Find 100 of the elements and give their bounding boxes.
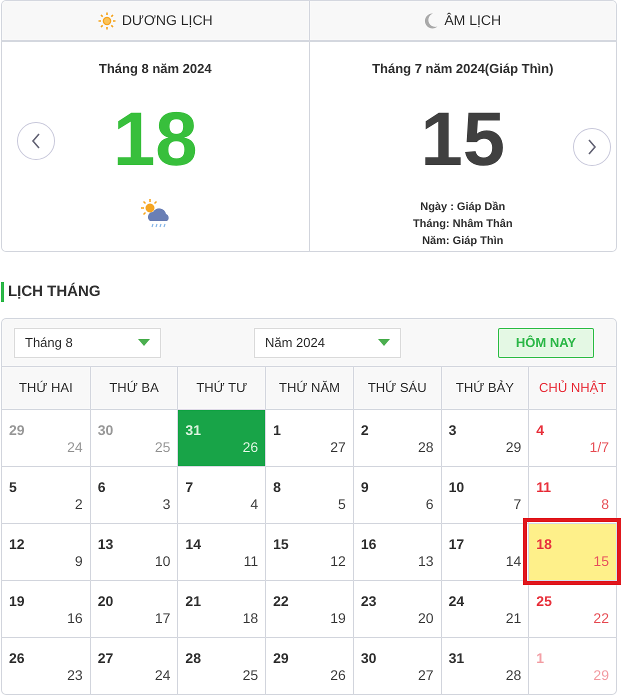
- solar-date: 23: [360, 592, 376, 611]
- lunar-date: 24: [67, 438, 83, 457]
- calendar-tab[interactable]: DƯƠNG LỊCH: [2, 1, 308, 40]
- day-cell[interactable]: 26 23: [2, 637, 90, 694]
- dropdown[interactable]: Năm 2024: [254, 328, 401, 358]
- lunar-date: 11: [244, 552, 258, 571]
- lunar-date: 1/7: [590, 438, 609, 457]
- day-cell[interactable]: 19 16: [2, 580, 90, 637]
- lunar-day-number: 15: [420, 102, 506, 178]
- lunar-date: 19: [330, 609, 346, 628]
- solar-date: 26: [9, 649, 25, 668]
- lunar-date: 7: [513, 495, 522, 514]
- solar-date: 4: [536, 421, 544, 440]
- solar-date: 2: [360, 421, 369, 440]
- lunar-month-heading: Tháng 7 năm 2024(Giáp Thìn): [372, 60, 554, 78]
- lunar-date: 20: [418, 609, 434, 628]
- day-cell[interactable]: 6 3: [90, 466, 178, 523]
- solar-date: 30: [360, 649, 376, 668]
- lunar-date: 14: [506, 552, 522, 571]
- solar-date: 17: [448, 535, 464, 554]
- day-cell[interactable]: 5 2: [2, 466, 90, 523]
- lunar-date: 28: [418, 438, 434, 457]
- lunar-date: 6: [426, 495, 434, 514]
- solar-date: 3: [448, 421, 456, 440]
- day-cell[interactable]: 22 19: [265, 580, 353, 637]
- day-cell[interactable]: 20 17: [90, 580, 178, 637]
- solar-date: 22: [273, 592, 289, 611]
- lunar-date: 22: [593, 609, 609, 628]
- lunar-date: 12: [330, 552, 346, 571]
- solar-date: 10: [448, 478, 464, 497]
- sun-icon: [98, 12, 116, 30]
- day-cell[interactable]: 2 28: [352, 409, 441, 466]
- lunar-date: 21: [506, 609, 522, 628]
- lunar-detail-text: Tháng: Nhâm Thân: [412, 216, 513, 232]
- solar-date: 8: [273, 478, 281, 497]
- day-cell[interactable]: 24 21: [440, 580, 528, 637]
- day-cell[interactable]: 29 26: [265, 637, 353, 694]
- lunar-date: 27: [418, 666, 434, 685]
- lunar-date: 17: [154, 609, 170, 628]
- previous-button[interactable]: [17, 122, 55, 160]
- moon-icon: [424, 12, 438, 28]
- lunar-date: 8: [601, 495, 609, 514]
- solar-date: 20: [98, 592, 114, 611]
- lunar-date: 13: [418, 552, 434, 571]
- lunar-date: 18: [242, 609, 258, 628]
- solar-date: 29: [9, 421, 25, 440]
- caret-icon: [138, 339, 150, 346]
- day-cell[interactable]: 27 24: [90, 637, 178, 694]
- lunar-date: 26: [330, 666, 346, 685]
- day-cell[interactable]: 23 20: [352, 580, 441, 637]
- lunar-date: 24: [154, 666, 170, 685]
- dropdown[interactable]: Tháng 8: [14, 328, 161, 358]
- calendar-tab[interactable]: ÂM LỊCH: [308, 1, 616, 40]
- day-cell[interactable]: 11 8: [528, 466, 616, 523]
- day-cell[interactable]: 31 28: [440, 637, 528, 694]
- solar-date: 7: [185, 478, 194, 497]
- lunar-date: 23: [67, 666, 83, 685]
- lunar-date: 25: [242, 666, 258, 685]
- solar-date: 27: [98, 649, 114, 668]
- day-cell[interactable]: 14 11: [177, 523, 266, 580]
- day-cell[interactable]: 30 27: [352, 637, 441, 694]
- lunar-date: 28: [506, 666, 522, 685]
- lunar-detail-text: Năm: Giáp Thìn: [421, 234, 504, 248]
- day-cell[interactable]: 28 25: [177, 637, 266, 694]
- day-cell[interactable]: 8 5: [265, 466, 353, 523]
- solar-day-number: 18: [112, 102, 198, 178]
- day-cell[interactable]: 16 13: [352, 523, 441, 580]
- solar-date: 5: [9, 478, 17, 497]
- day-cell[interactable]: 9 6: [352, 466, 441, 523]
- solar-date: 16: [360, 535, 376, 554]
- lunar-date: 4: [250, 495, 258, 514]
- lunar-date: 15: [593, 552, 609, 571]
- day-cell[interactable]: 13 10: [90, 523, 178, 580]
- next-button[interactable]: [573, 128, 611, 166]
- lunar-date: 2: [74, 495, 83, 514]
- day-cell[interactable]: 3 29: [440, 409, 528, 466]
- lunar-date: 29: [506, 438, 522, 457]
- solar-date: 29: [273, 649, 289, 668]
- day-cell[interactable]: 1 27: [265, 409, 353, 466]
- day-cell[interactable]: 21 18: [177, 580, 266, 637]
- day-cell[interactable]: 12 9: [2, 523, 90, 580]
- day-cell[interactable]: 7 4: [177, 466, 266, 523]
- solar-date: 1: [273, 421, 281, 440]
- solar-date: 31: [185, 421, 201, 440]
- lunar-date: 3: [162, 495, 170, 514]
- solar-date: 31: [448, 649, 464, 668]
- day-cell[interactable]: 4 1/7: [528, 409, 616, 466]
- solar-date: 15: [273, 535, 289, 554]
- lunar-date: 9: [74, 552, 83, 571]
- lunar-date: 5: [338, 495, 346, 514]
- day-cell[interactable]: 25 22: [528, 580, 616, 637]
- day-cell[interactable]: 15 12: [265, 523, 353, 580]
- day-cell[interactable]: 17 14: [440, 523, 528, 580]
- solar-date: 6: [98, 478, 106, 497]
- chevron-right-icon: [587, 139, 597, 155]
- day-cell[interactable]: 10 7: [440, 466, 528, 523]
- caret-icon: [378, 339, 390, 346]
- solar-month-heading: Tháng 8 năm 2024: [98, 60, 212, 78]
- solar-date: 19: [9, 592, 25, 611]
- lunar-detail-text: Ngày : Giáp Dần: [419, 200, 506, 214]
